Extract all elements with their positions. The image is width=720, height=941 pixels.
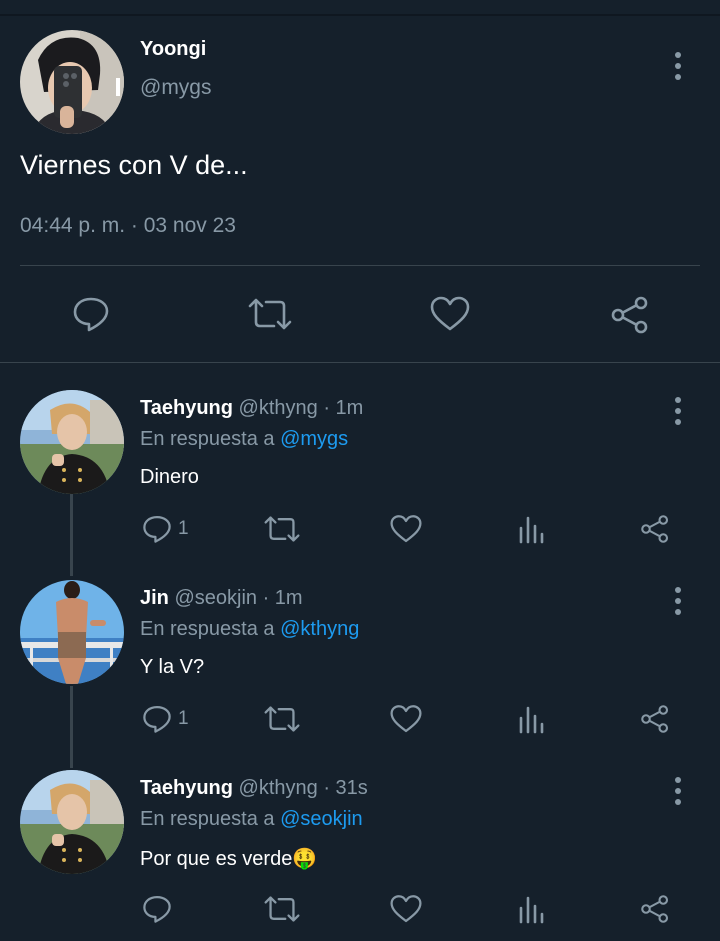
thread-line [70,686,73,768]
reply-icon [143,896,171,923]
more-options-icon[interactable] [674,777,682,805]
like-icon [390,515,422,543]
reply-to-link[interactable]: @kthyng [280,618,359,640]
share-button[interactable] [640,514,670,544]
reply-prefix: En respuesta a [140,618,275,640]
reply-time: · 1m [262,587,303,609]
thread-line [70,494,73,576]
reply-time: · 1m [323,397,364,419]
author-name[interactable]: Yoongi [140,38,206,61]
reply-icon [143,516,171,543]
share-icon [641,515,669,543]
money-mouth-emoji: 🤑 [292,848,318,870]
author-handle[interactable]: @kthyng [239,397,318,419]
author-handle[interactable]: @kthyng [239,777,318,799]
retweet-icon [264,706,300,732]
analytics-button[interactable] [518,704,544,734]
reply-text: Dinero [140,466,199,488]
retweet-icon [264,516,300,542]
analytics-button[interactable] [518,514,544,544]
retweet-button[interactable] [248,296,292,332]
author-name[interactable]: Taehyung [140,777,233,799]
retweet-button[interactable] [264,514,300,544]
reply-button[interactable]: 1 [142,514,189,544]
share-button[interactable] [610,296,650,334]
share-button[interactable] [640,894,670,924]
analytics-icon [519,516,544,544]
share-icon [641,895,669,923]
author-name[interactable]: Taehyung [140,397,233,419]
reply-icon [73,297,109,332]
avatar-yoongi[interactable] [20,30,124,134]
reply-count: 1 [178,518,189,539]
reply-count: 1 [178,708,189,729]
reply-to-link[interactable]: @seokjin [280,808,363,830]
author-name[interactable]: Jin [140,587,169,609]
like-icon [430,296,470,331]
more-options-icon[interactable] [674,52,682,80]
reply-text: Por que es verde [140,848,293,870]
like-button[interactable] [390,514,422,544]
like-icon [390,895,422,923]
reply-header: Taehyung @kthyng · 1m [140,397,363,420]
reply-button[interactable] [72,296,110,332]
more-options-icon[interactable] [674,587,682,615]
reply-button[interactable] [142,894,178,924]
share-icon [641,705,669,733]
tweet-text: Viernes con V de... [20,150,248,180]
divider [20,265,700,266]
reply-button[interactable]: 1 [142,704,189,734]
reply-icon [143,706,171,733]
like-button[interactable] [430,296,470,332]
like-icon [390,705,422,733]
avatar-jin[interactable] [20,580,124,684]
like-button[interactable] [390,894,422,924]
reply-prefix: En respuesta a [140,428,275,450]
reply-context: En respuesta a @kthyng [140,618,359,641]
retweet-icon [264,896,300,922]
section-divider [0,362,720,363]
share-icon [611,296,648,334]
retweet-button[interactable] [264,704,300,734]
avatar-taehyung[interactable] [20,390,124,494]
reply-time: · 31s [323,777,368,799]
reply-header: Taehyung @kthyng · 31s [140,777,368,800]
reply-context: En respuesta a @mygs [140,428,348,451]
like-button[interactable] [390,704,422,734]
avatar-taehyung[interactable] [20,770,124,874]
analytics-icon [519,706,544,734]
reply-prefix: En respuesta a [140,808,275,830]
reply-to-link[interactable]: @mygs [280,428,348,450]
author-handle[interactable]: @mygs [140,76,212,100]
share-button[interactable] [640,704,670,734]
tweet-timestamp: 04:44 p. m. · 03 nov 23 [20,214,236,237]
analytics-button[interactable] [518,894,544,924]
reply-header: Jin @seokjin · 1m [140,587,303,610]
retweet-button[interactable] [264,894,300,924]
more-options-icon[interactable] [674,397,682,425]
reply-context: En respuesta a @seokjin [140,808,363,831]
reply-text: Y la V? [140,656,205,678]
analytics-icon [519,896,544,924]
top-divider [0,14,720,16]
author-handle[interactable]: @seokjin [174,587,257,609]
reply-text-container: Por que es verde🤑 [140,846,317,871]
retweet-icon [248,298,292,330]
